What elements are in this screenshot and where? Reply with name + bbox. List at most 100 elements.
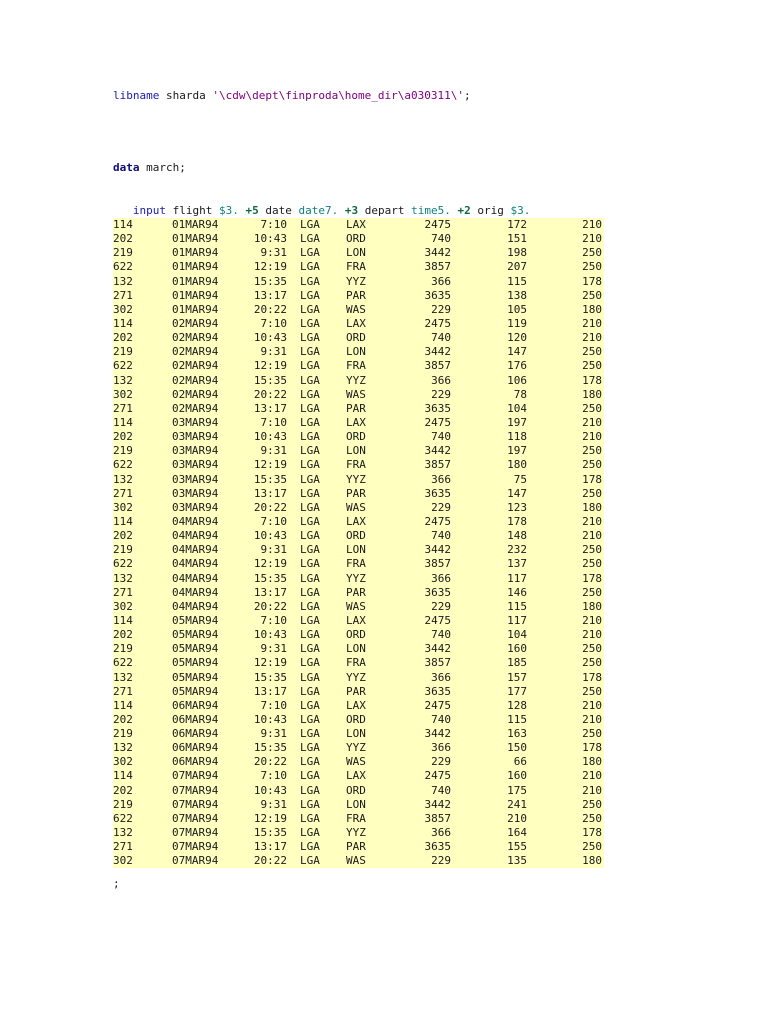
boarded-value: 207 [507,260,527,274]
depart-time-value: 20:22 [253,500,287,514]
destination-value: PAR [346,486,366,500]
date-value: 07MAR94 [172,840,219,854]
capacity-value: 210 [582,430,602,444]
library-path: '\cdw\dept\finproda\home_dir\a030311\' [212,89,465,102]
date-value: 04MAR94 [172,557,219,571]
date-value: 04MAR94 [172,585,219,599]
miles-value: 2475 [424,415,452,429]
destination-value: YYZ [346,571,366,585]
miles-value: 3857 [424,458,452,472]
date-value: 03MAR94 [172,444,219,458]
destination-value: LAX [346,698,366,712]
date-value: 02MAR94 [172,345,219,359]
libref: sharda [165,89,206,102]
boarded-value: 147 [507,486,527,500]
data-line: 132 06MAR94 15:35 LGA YYZ 366 150 178 [113,741,604,755]
boarded-value: 105 [507,302,527,316]
flight-value: 271 [113,288,133,302]
destination-value: YYZ [346,670,366,684]
destination-value: WAS [346,755,366,769]
depart-time-value: 10:43 [253,232,287,246]
miles-value: 3442 [424,345,452,359]
miles-value: 366 [431,670,451,684]
date-value: 07MAR94 [172,854,219,868]
depart-time-value: 9:31 [260,797,288,811]
sas-code-listing: libname sharda '\cdw\dept\finproda\home_… [113,0,713,890]
date-value: 04MAR94 [172,514,219,528]
data-line: 302 01MAR94 20:22 LGA WAS 229 105 180 [113,303,604,317]
destination-value: LAX [346,316,366,330]
date-value: 06MAR94 [172,741,219,755]
depart-time-value: 13:17 [253,585,287,599]
origin-value: LGA [300,288,320,302]
destination-value: LON [346,543,366,557]
boarded-value: 118 [507,430,527,444]
flight-value: 202 [113,712,133,726]
data-line: 302 02MAR94 20:22 LGA WAS 229 78 180 [113,388,604,402]
capacity-value: 180 [582,599,602,613]
destination-value: FRA [346,656,366,670]
date-value: 05MAR94 [172,656,219,670]
data-line: 219 04MAR94 9:31 LGA LON 3442 232 250 [113,543,604,557]
destination-value: LON [346,727,366,741]
destination-value: LAX [346,514,366,528]
data-line: 114 04MAR94 7:10 LGA LAX 2475 178 210 [113,515,604,529]
destination-value: LON [346,246,366,260]
depart-time-value: 20:22 [253,387,287,401]
capacity-value: 178 [582,826,602,840]
flight-value: 302 [113,599,133,613]
capacity-value: 178 [582,670,602,684]
destination-value: FRA [346,458,366,472]
data-line: 202 02MAR94 10:43 LGA ORD 740 120 210 [113,331,604,345]
miles-value: 3442 [424,246,452,260]
capacity-value: 250 [582,401,602,415]
code-token: +2 [457,204,471,217]
boarded-value: 148 [507,529,527,543]
flight-value: 622 [113,557,133,571]
flight-value: 622 [113,260,133,274]
miles-value: 740 [431,628,451,642]
destination-value: LAX [346,415,366,429]
date-value: 03MAR94 [172,500,219,514]
boarded-value: 178 [507,514,527,528]
destination-value: YYZ [346,373,366,387]
boarded-value: 150 [507,741,527,755]
origin-value: LGA [300,500,320,514]
date-value: 02MAR94 [172,359,219,373]
data-line: 271 04MAR94 13:17 LGA PAR 3635 146 250 [113,586,604,600]
data-line: 219 03MAR94 9:31 LGA LON 3442 197 250 [113,444,604,458]
boarded-value: 115 [507,274,527,288]
depart-time-value: 13:17 [253,486,287,500]
depart-time-value: 12:19 [253,557,287,571]
flight-value: 132 [113,741,133,755]
flight-value: 622 [113,458,133,472]
flight-value: 271 [113,684,133,698]
code-token: depart [358,204,412,217]
libname-statement: libname sharda '\cdw\dept\finproda\home_… [113,89,471,103]
data-line: 271 07MAR94 13:17 LGA PAR 3635 155 250 [113,840,604,854]
flight-value: 114 [113,218,133,231]
depart-time-value: 9:31 [260,543,288,557]
boarded-value: 104 [507,401,527,415]
depart-time-value: 10:43 [253,783,287,797]
boarded-value: 177 [507,684,527,698]
destination-value: PAR [346,288,366,302]
flight-value: 132 [113,670,133,684]
flight-value: 271 [113,401,133,415]
capacity-value: 250 [582,656,602,670]
date-value: 01MAR94 [172,246,219,260]
boarded-value: 78 [513,387,527,401]
miles-value: 740 [431,783,451,797]
destination-value: LAX [346,218,366,231]
flight-value: 202 [113,783,133,797]
depart-time-value: 10:43 [253,529,287,543]
capacity-value: 250 [582,642,602,656]
origin-value: LGA [300,316,320,330]
destination-value: FRA [346,359,366,373]
date-value: 02MAR94 [172,331,219,345]
depart-time-value: 13:17 [253,684,287,698]
boarded-value: 241 [507,797,527,811]
flight-value: 622 [113,811,133,825]
origin-value: LGA [300,302,320,316]
depart-time-value: 15:35 [253,472,287,486]
